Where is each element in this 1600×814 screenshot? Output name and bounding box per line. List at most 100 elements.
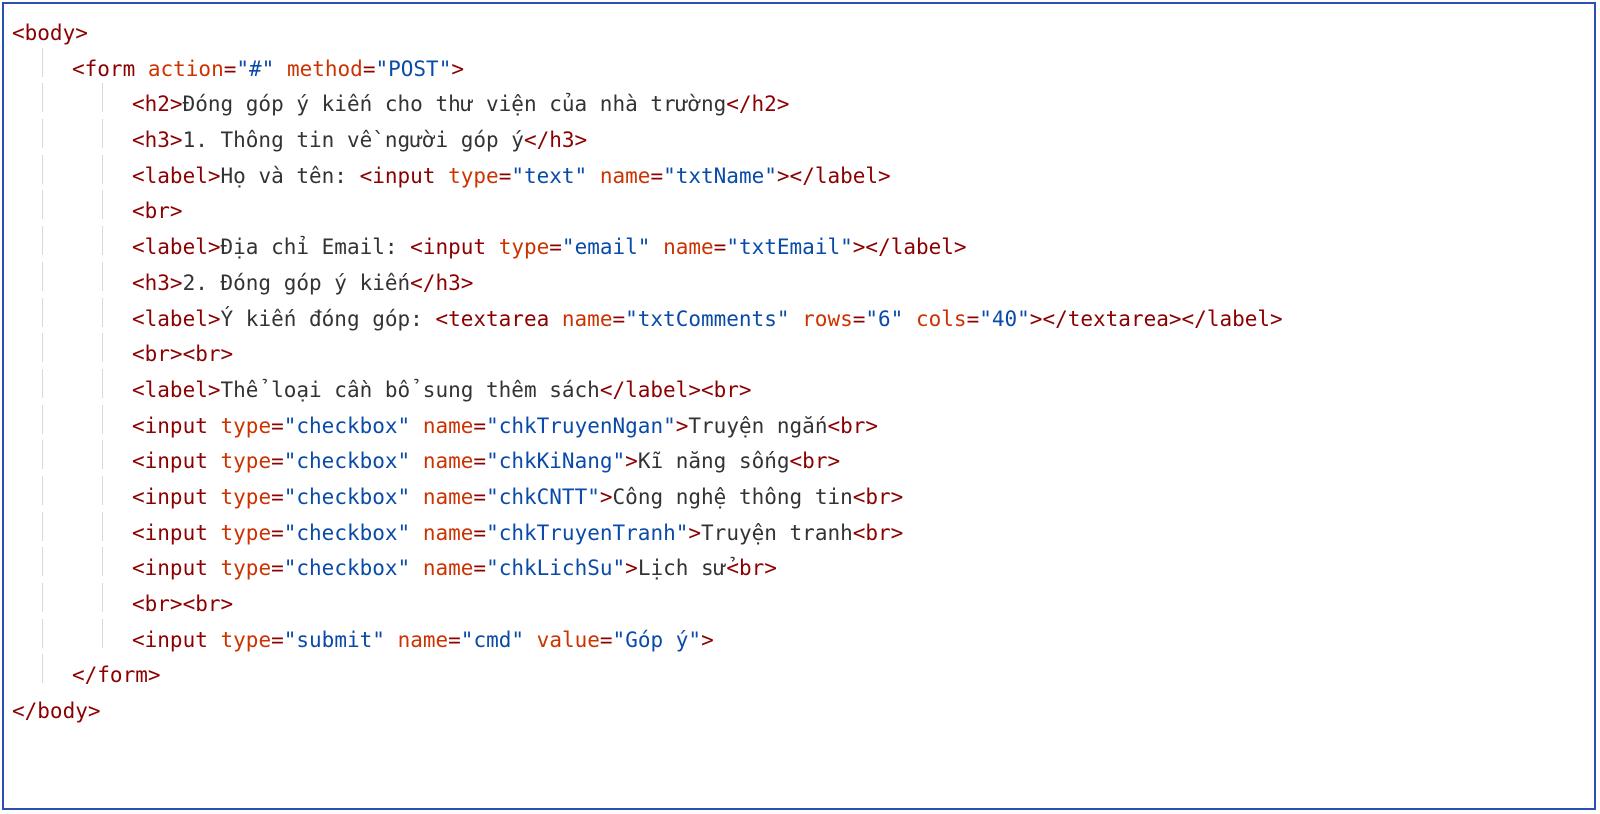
- code-tag: <input: [132, 485, 221, 509]
- code-line[interactable]: <input type="submit" name="cmd" value="G…: [12, 623, 1586, 659]
- code-line[interactable]: <input type="checkbox" name="chkLichSu">…: [12, 551, 1586, 587]
- code-tag: =: [853, 307, 866, 331]
- code-line[interactable]: <label>Thể loại cần bổ sung thêm sách</l…: [12, 373, 1586, 409]
- indent-guide: [42, 333, 43, 362]
- code-line[interactable]: <label>Ý kiến đóng góp: <textarea name="…: [12, 302, 1586, 338]
- code-text: Truyện ngắn: [688, 414, 827, 438]
- code-attr: rows: [802, 307, 853, 331]
- code-value: "6": [865, 307, 903, 331]
- code-line[interactable]: <label>Họ và tên: <input type="text" nam…: [12, 159, 1586, 195]
- code-line[interactable]: <input type="checkbox" name="chkTruyenNg…: [12, 409, 1586, 445]
- code-value: "checkbox": [284, 414, 410, 438]
- code-tag: [410, 485, 423, 509]
- indent-guide: [42, 440, 43, 469]
- indent-guide: [102, 619, 103, 648]
- code-text: Lịch sử: [638, 556, 727, 580]
- code-tag: [587, 164, 600, 188]
- code-value: "chkLichSu": [486, 556, 625, 580]
- code-tag: =: [271, 414, 284, 438]
- indent-guide: [42, 83, 43, 112]
- indent-guide: [102, 226, 103, 255]
- indent-guide: [42, 119, 43, 148]
- code-tag: </h3>: [524, 128, 587, 152]
- code-tag: =: [448, 628, 461, 652]
- indent-guide: [102, 440, 103, 469]
- code-tag: </form>: [72, 663, 161, 687]
- code-value: "txtComments": [625, 307, 789, 331]
- code-tag: <label>: [132, 164, 221, 188]
- code-tag: >: [451, 57, 464, 81]
- code-tag: </label>: [790, 164, 891, 188]
- code-tag: =: [600, 628, 613, 652]
- code-tag: <br>: [701, 378, 752, 402]
- code-value: "checkbox": [284, 449, 410, 473]
- code-value: "text": [511, 164, 587, 188]
- code-value: "txtName": [663, 164, 777, 188]
- code-tag: <label>: [132, 235, 221, 259]
- code-line[interactable]: <br><br>: [12, 587, 1586, 623]
- code-tag: <input: [132, 449, 221, 473]
- code-tag: <br><br>: [132, 592, 233, 616]
- code-tag: >: [688, 521, 701, 545]
- code-line[interactable]: <h2>Đóng góp ý kiến cho thư viện của nhà…: [12, 87, 1586, 123]
- code-text: Kĩ năng sống: [638, 449, 790, 473]
- code-line[interactable]: <h3>2. Đóng góp ý kiến</h3>: [12, 266, 1586, 302]
- code-attr: type: [221, 556, 272, 580]
- code-tag: [274, 57, 287, 81]
- code-line[interactable]: <h3>1. Thông tin về người góp ý</h3>: [12, 123, 1586, 159]
- code-line[interactable]: <form action="#" method="POST">: [12, 52, 1586, 88]
- indent-guide: [102, 405, 103, 434]
- code-line[interactable]: <br>: [12, 194, 1586, 230]
- code-tag: >: [853, 235, 866, 259]
- code-attr: type: [221, 414, 272, 438]
- code-tag: <br>: [790, 449, 841, 473]
- code-text: Thể loại cần bổ sung thêm sách: [221, 378, 600, 402]
- code-tag: =: [714, 235, 727, 259]
- indent-guide: [102, 476, 103, 505]
- code-tag: =: [549, 235, 562, 259]
- code-line[interactable]: <input type="checkbox" name="chkTruyenTr…: [12, 516, 1586, 552]
- code-editor[interactable]: <body> <form action="#" method="POST"><h2…: [2, 2, 1596, 810]
- code-tag: =: [271, 485, 284, 509]
- indent-guide: [42, 405, 43, 434]
- code-value: "cmd": [461, 628, 524, 652]
- code-value: "checkbox": [284, 521, 410, 545]
- code-text: Công nghệ thông tin: [613, 485, 853, 509]
- indent-guide: [42, 547, 43, 576]
- code-tag: </label>: [1182, 307, 1283, 331]
- code-tag: <h3>: [132, 128, 183, 152]
- code-line[interactable]: <label>Địa chỉ Email: <input type="email…: [12, 230, 1586, 266]
- code-line[interactable]: <input type="checkbox" name="chkKiNang">…: [12, 444, 1586, 480]
- indent-guide: [102, 155, 103, 184]
- code-tag: </body>: [12, 699, 101, 723]
- code-line[interactable]: <br><br>: [12, 337, 1586, 373]
- code-tag: <body>: [12, 21, 88, 45]
- code-tag: <input: [360, 164, 449, 188]
- code-attr: name: [663, 235, 714, 259]
- code-tag: <input: [132, 556, 221, 580]
- code-line[interactable]: <body>: [12, 16, 1586, 52]
- code-tag: >: [600, 485, 613, 509]
- code-value: "chkTruyenNgan": [486, 414, 676, 438]
- code-line[interactable]: </form>: [12, 658, 1586, 694]
- code-value: "chkKiNang": [486, 449, 625, 473]
- code-tag: =: [363, 57, 376, 81]
- code-tag: [903, 307, 916, 331]
- code-attr: type: [448, 164, 499, 188]
- code-tag: </h3>: [410, 271, 473, 295]
- code-text: Ý kiến đóng góp:: [221, 307, 436, 331]
- indent-guide: [42, 48, 43, 77]
- code-value: "checkbox": [284, 485, 410, 509]
- code-line[interactable]: </body>: [12, 694, 1586, 730]
- code-attr: name: [423, 521, 474, 545]
- code-line[interactable]: <input type="checkbox" name="chkCNTT">Cô…: [12, 480, 1586, 516]
- code-value: "POST": [375, 57, 451, 81]
- indent-guide: [42, 476, 43, 505]
- code-value: "chkTruyenTranh": [486, 521, 688, 545]
- code-tag: =: [967, 307, 980, 331]
- code-attr: name: [423, 449, 474, 473]
- code-tag: >: [701, 628, 714, 652]
- code-attr: type: [499, 235, 550, 259]
- code-tag: [410, 449, 423, 473]
- code-tag: <h3>: [132, 271, 183, 295]
